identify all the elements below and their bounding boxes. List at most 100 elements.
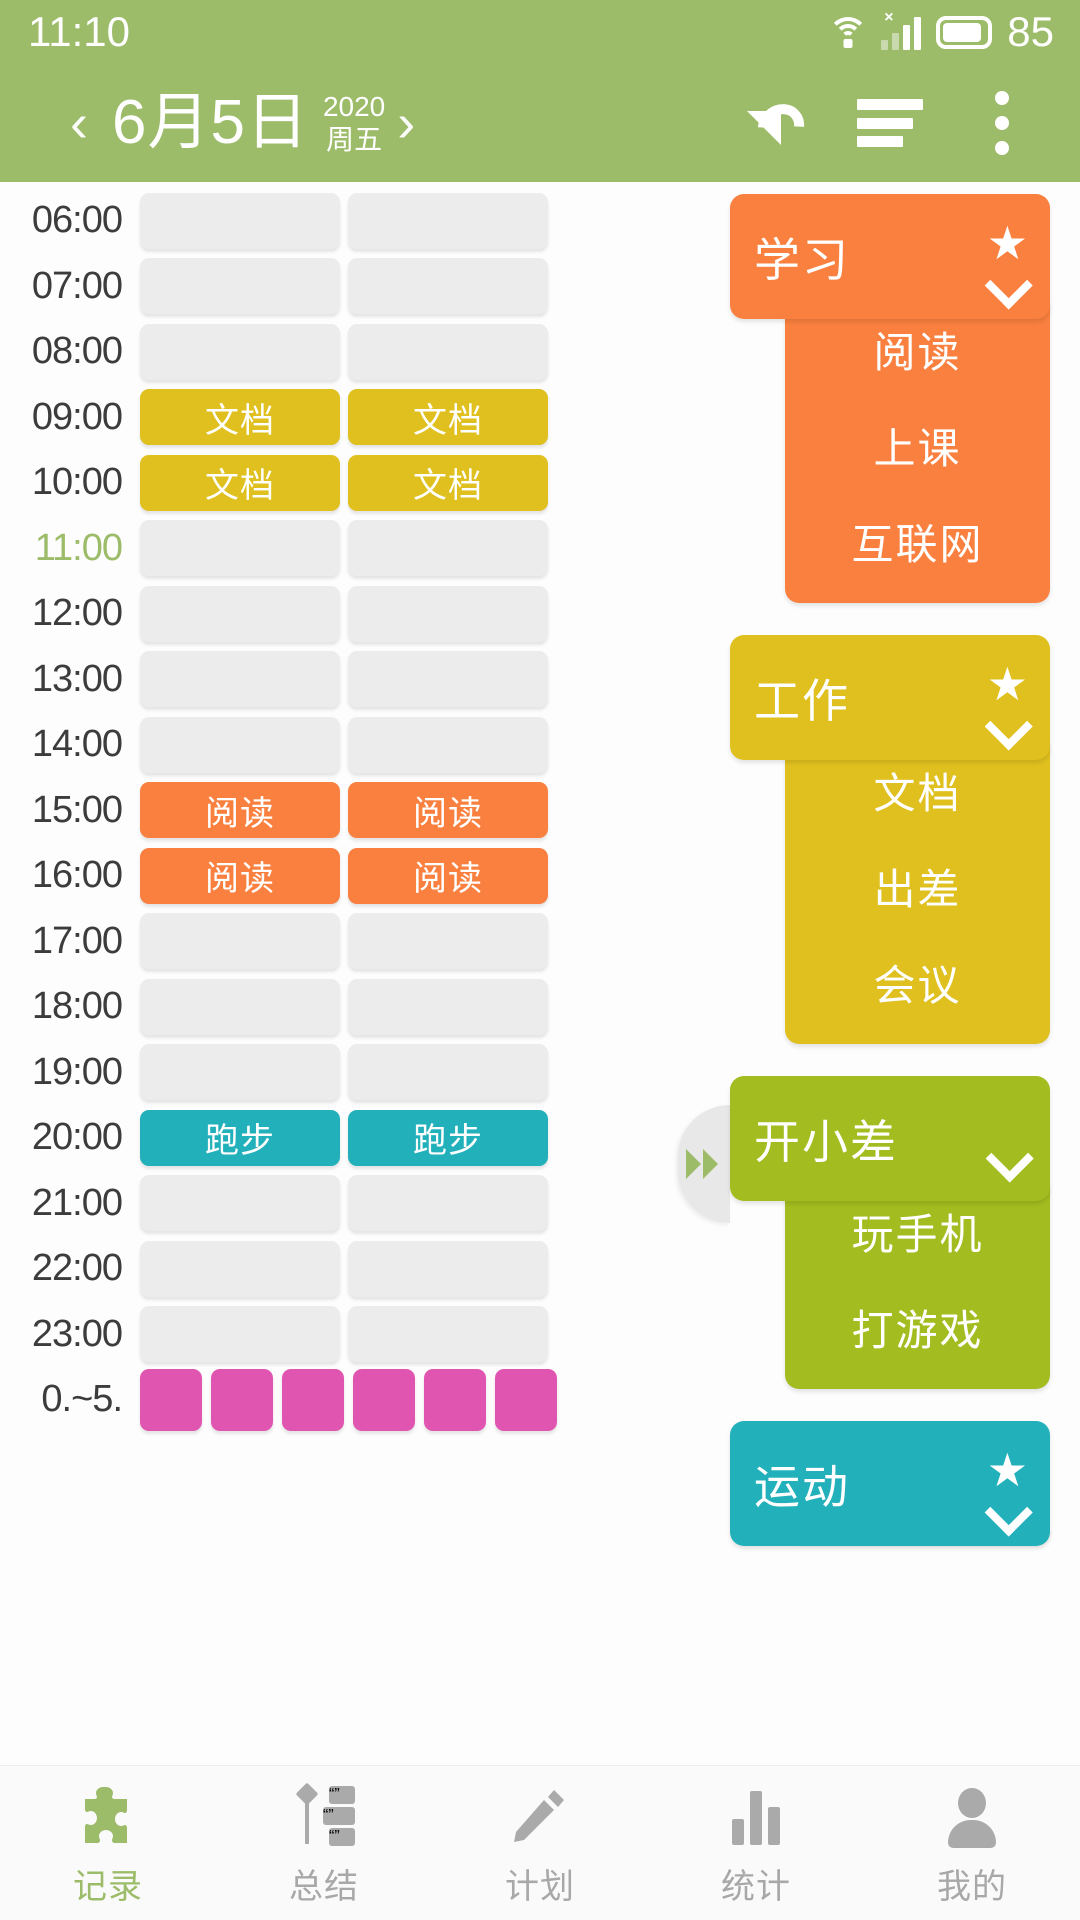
bottom-navigation: 记录 总结 计划 统计 我的	[0, 1765, 1080, 1920]
category-header[interactable]: 工作 ★	[730, 635, 1050, 760]
timeline-row: 09:00 文档 文档	[0, 385, 680, 451]
timeline-row-cells	[140, 1240, 548, 1297]
timeline-cell-empty[interactable]	[140, 1175, 340, 1232]
timeline-cell-empty[interactable]	[140, 585, 340, 642]
timeline-cell-empty[interactable]	[348, 520, 548, 577]
current-date[interactable]: 6月5日	[112, 92, 309, 154]
category-item[interactable]: 互联网	[785, 493, 1050, 589]
timeline-hour-label: 23:00	[31, 1312, 123, 1355]
timeline-cell-empty[interactable]	[348, 913, 548, 970]
category-item[interactable]: 会议	[785, 934, 1050, 1030]
category-card: 文档 出差 会议 工作 ★	[730, 635, 1050, 1044]
timeline-cell-filled[interactable]: 文档	[348, 389, 548, 446]
timeline-cell-filled[interactable]: 阅读	[348, 782, 548, 839]
timeline-cell-empty[interactable]	[348, 716, 548, 773]
timeline-row: 23:00	[0, 1302, 680, 1368]
status-icons: × 85	[828, 8, 1054, 55]
timeline-row: 19:00	[0, 1040, 680, 1106]
next-day-button[interactable]: ›	[391, 96, 421, 150]
timeline-summary-cell[interactable]	[353, 1368, 415, 1431]
timeline-summary-cell[interactable]	[424, 1368, 486, 1431]
chevron-down-icon[interactable]	[988, 1145, 1028, 1167]
timeline-cell-empty[interactable]	[140, 978, 340, 1035]
category-controls: ★	[987, 661, 1028, 735]
timeline-row-cells: 文档 文档	[140, 389, 548, 446]
align-lines-button[interactable]	[834, 68, 946, 178]
timeline-cell-empty[interactable]	[348, 1240, 548, 1297]
timeline-row: 11:00	[0, 516, 680, 582]
timeline-cell-filled[interactable]: 跑步	[140, 1109, 340, 1166]
timeline-cell-filled[interactable]: 文档	[140, 454, 340, 511]
timeline-cell-empty[interactable]	[348, 323, 548, 380]
timeline-cell-empty[interactable]	[140, 651, 340, 708]
timeline-cell-empty[interactable]	[348, 1044, 548, 1101]
timeline-cell-empty[interactable]	[348, 1175, 548, 1232]
timeline-cell-empty[interactable]	[348, 978, 548, 1035]
timeline-hour-label: 06:00	[31, 199, 123, 242]
category-header[interactable]: 开小差	[730, 1076, 1050, 1201]
timeline-cell-filled[interactable]: 阅读	[140, 847, 340, 904]
timeline-summary-cell[interactable]	[211, 1368, 273, 1431]
timeline-cell-filled[interactable]: 文档	[348, 454, 548, 511]
timeline-cell-empty[interactable]	[348, 585, 548, 642]
timeline-cell-filled[interactable]: 文档	[140, 389, 340, 446]
undo-button[interactable]	[722, 68, 834, 178]
nav-item-label: 记录	[73, 1867, 143, 1906]
battery-percent: 85	[1007, 8, 1054, 55]
timeline-cell-empty[interactable]	[140, 192, 340, 249]
timeline-cell-empty[interactable]	[140, 716, 340, 773]
chevron-down-icon[interactable]	[987, 1499, 1027, 1521]
category-card: 阅读 上课 互联网 学习 ★	[730, 194, 1050, 603]
timeline-cell-filled[interactable]: 阅读	[140, 782, 340, 839]
nav-item-label: 我的	[937, 1867, 1007, 1906]
puzzle-icon	[79, 1785, 137, 1847]
current-weekday: 周五	[326, 124, 383, 155]
timeline-cell-filled[interactable]: 阅读	[348, 847, 548, 904]
timeline-cell-empty[interactable]	[140, 913, 340, 970]
overflow-menu-button[interactable]	[946, 68, 1058, 178]
nav-item-person[interactable]: 我的	[864, 1766, 1080, 1920]
star-icon[interactable]: ★	[987, 1447, 1028, 1493]
timeline-cell-empty[interactable]	[348, 651, 548, 708]
timeline-cell-empty[interactable]	[140, 1306, 340, 1363]
timeline-row-cells: 阅读 阅读	[140, 782, 548, 839]
chevron-down-icon[interactable]	[987, 713, 1027, 735]
category-item[interactable]: 上课	[785, 397, 1050, 493]
category-item[interactable]: 出差	[785, 838, 1050, 934]
timeline-hour-label: 21:00	[31, 1181, 123, 1224]
star-icon[interactable]: ★	[987, 220, 1028, 266]
timeline-row-cells	[140, 323, 548, 380]
nav-item-puzzle[interactable]: 记录	[0, 1766, 216, 1920]
timeline-cell-filled[interactable]: 跑步	[348, 1109, 548, 1166]
nav-item-bar-chart[interactable]: 统计	[648, 1766, 864, 1920]
timeline-cell-empty[interactable]	[348, 1306, 548, 1363]
timeline-summary-cell[interactable]	[282, 1368, 344, 1431]
timeline-cell-empty[interactable]	[348, 258, 548, 315]
timeline-summary-cell[interactable]	[495, 1368, 557, 1431]
app-root: 11:10 × 85 ‹ 6月5日 2020 周五 › 06:00 07:00 …	[0, 0, 1080, 1920]
chevron-down-icon[interactable]	[987, 272, 1027, 294]
star-icon[interactable]: ★	[987, 661, 1028, 707]
category-header[interactable]: 学习 ★	[730, 194, 1050, 319]
category-items: 文档 出差 会议	[785, 742, 1050, 1044]
category-controls	[988, 1111, 1028, 1167]
timeline-row-cells	[140, 585, 548, 642]
person-icon	[943, 1785, 1001, 1848]
category-header[interactable]: 运动 ★	[730, 1421, 1050, 1546]
nav-item-summary-list[interactable]: 总结	[216, 1766, 432, 1920]
timeline-row-cells	[140, 1044, 548, 1101]
timeline-row: 22:00	[0, 1236, 680, 1302]
timeline-drag-handle[interactable]	[678, 1105, 730, 1223]
timeline-cell-empty[interactable]	[140, 1044, 340, 1101]
align-lines-icon	[857, 99, 923, 147]
timeline-cell-empty[interactable]	[348, 192, 548, 249]
timeline-summary-cell[interactable]	[140, 1368, 202, 1431]
timeline-cell-empty[interactable]	[140, 1240, 340, 1297]
timeline-cell-empty[interactable]	[140, 520, 340, 577]
timeline-cell-empty[interactable]	[140, 258, 340, 315]
prev-day-button[interactable]: ‹	[64, 96, 94, 150]
category-item[interactable]: 打游戏	[785, 1279, 1050, 1375]
timeline-cell-empty[interactable]	[140, 323, 340, 380]
nav-item-pencil[interactable]: 计划	[432, 1766, 648, 1920]
category-controls: ★	[987, 220, 1028, 294]
